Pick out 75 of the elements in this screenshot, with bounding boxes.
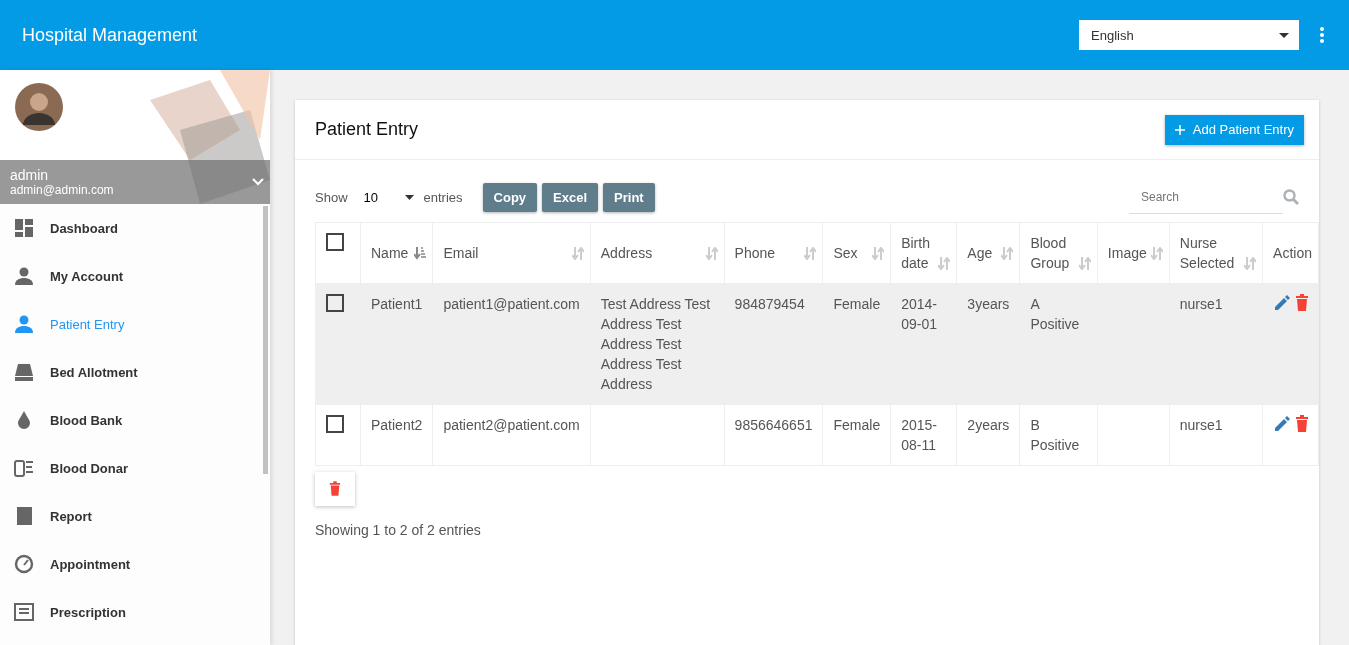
column-header[interactable]: Address xyxy=(590,222,725,284)
table-cell: 9856646651 xyxy=(734,417,813,433)
export-button[interactable]: Excel xyxy=(542,182,599,212)
person-icon xyxy=(14,266,34,286)
user-name: admin xyxy=(10,167,50,183)
export-button[interactable]: Copy xyxy=(482,182,538,212)
table-cell: nurse1 xyxy=(1179,417,1223,433)
table-row[interactable]: Patient2 patient2@patient.com 9856646651 Female 2015-08-11 2years B Positive nurse1 xyxy=(315,404,1319,466)
table-cell: Test Address Test Address Test Address Test Address Test Address xyxy=(600,296,711,392)
table-cell: 2014-09-01 xyxy=(901,296,937,332)
language-select[interactable]: English xyxy=(1079,20,1299,50)
checkbox[interactable] xyxy=(326,294,344,312)
gauge-icon xyxy=(14,554,34,574)
search-icon xyxy=(1283,189,1299,205)
column-header[interactable]: Image xyxy=(1097,222,1170,284)
table-cell: 2015-08-11 xyxy=(901,417,937,453)
sidebar-item[interactable]: Blood Donar xyxy=(0,444,270,492)
bulk-delete-button[interactable] xyxy=(315,472,355,506)
entries-label: entries xyxy=(423,189,463,205)
plus-icon xyxy=(1174,124,1185,135)
caret-icon xyxy=(1279,32,1289,38)
table-cell: Female xyxy=(833,417,881,433)
table-row[interactable]: Patient1 patient1@patient.com Test Address Test Address Test Address Test Address Test Address 984879454 Female 2014-09-01 3years A Positive nurse1 xyxy=(315,283,1319,405)
table-cell: nurse1 xyxy=(1179,296,1223,312)
delete-icon xyxy=(329,481,341,497)
dashboard-icon xyxy=(14,218,34,238)
checkbox[interactable] xyxy=(326,233,344,251)
table-cell: Patient2 xyxy=(371,417,423,433)
book-icon xyxy=(14,506,34,526)
export-button[interactable]: Print xyxy=(603,182,655,212)
chevron-down-icon[interactable] xyxy=(252,178,264,186)
drive-icon xyxy=(14,362,34,382)
column-header[interactable]: Email xyxy=(432,222,591,284)
table-cell: 984879454 xyxy=(734,296,805,312)
user-email: admin@admin.com xyxy=(10,183,114,197)
sidebar-item[interactable]: Prescription xyxy=(0,588,270,636)
more-options-icon[interactable] xyxy=(1319,26,1325,44)
delete-icon[interactable] xyxy=(1295,294,1310,312)
sidebar-item[interactable]: Dashboard xyxy=(0,204,270,252)
table-cell: patient2@patient.com xyxy=(443,417,580,433)
app-title: Hospital Management xyxy=(22,24,198,46)
table-cell: patient1@patient.com xyxy=(443,296,580,312)
table-info: Showing 1 to 2 of 2 entries xyxy=(315,522,482,538)
edit-icon[interactable] xyxy=(1273,294,1292,312)
sidebar-item[interactable]: Bed Allotment xyxy=(0,348,270,396)
table-cell: 2years xyxy=(967,417,1010,433)
table-cell: A Positive xyxy=(1030,296,1080,332)
column-header[interactable]: Nurse Selected xyxy=(1169,222,1263,284)
column-header: Action xyxy=(1262,222,1319,284)
column-header[interactable]: Name xyxy=(360,222,433,284)
caret-icon xyxy=(404,194,414,200)
table-cell: Patient1 xyxy=(371,296,423,312)
person-icon xyxy=(14,314,34,334)
entries-select[interactable]: 10 xyxy=(357,189,414,205)
sidebar-item[interactable]: Appointment xyxy=(0,540,270,588)
checkbox[interactable] xyxy=(326,415,344,433)
column-header[interactable]: Blood Group xyxy=(1019,222,1098,284)
column-header[interactable]: Phone xyxy=(724,222,823,284)
sidebar-item[interactable]: My Account xyxy=(0,252,270,300)
column-header[interactable]: Birth date xyxy=(890,222,957,284)
table-cell: 3years xyxy=(967,296,1010,312)
column-header[interactable]: Age xyxy=(956,222,1020,284)
sidebar-item[interactable]: Blood Bank xyxy=(0,396,270,444)
edit-icon[interactable] xyxy=(1273,415,1292,433)
delete-icon[interactable] xyxy=(1295,415,1310,433)
show-label: Show xyxy=(315,189,348,205)
sidebar-item[interactable]: Report xyxy=(0,492,270,540)
table-cell: Female xyxy=(833,296,881,312)
list-icon xyxy=(14,602,34,622)
table-cell: B Positive xyxy=(1030,417,1080,453)
column-header[interactable]: Sex xyxy=(823,222,891,284)
donor-icon xyxy=(14,458,34,478)
scrollbar[interactable] xyxy=(263,206,268,474)
card-title: Patient Entry xyxy=(315,119,419,140)
avatar-icon xyxy=(15,83,63,131)
